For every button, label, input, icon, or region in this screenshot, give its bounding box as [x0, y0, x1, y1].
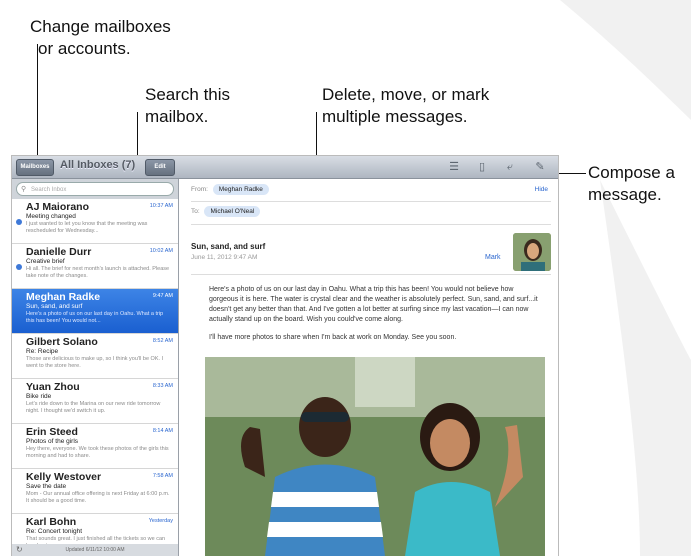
edit-button[interactable]: Edit — [145, 159, 175, 176]
message-preview: Mom - Our annual office offering is next… — [26, 491, 170, 504]
compose-icon[interactable]: ✎ — [533, 160, 547, 174]
message-body: Here's a photo of us on our last day in … — [209, 285, 539, 351]
toolbar-title: All Inboxes (7) — [60, 159, 136, 171]
message-row[interactable]: Danielle Durr 10:02 AM Creative brief Hi al… — [12, 244, 178, 289]
search-bar: ⚲ Search Inbox — [12, 179, 178, 199]
unread-dot-icon — [16, 264, 22, 270]
body-paragraph: Here's a photo of us on our last day in … — [209, 286, 538, 323]
message-row[interactable]: Meghan Radke 9:47 AM Sun, sand, and surf He… — [12, 289, 178, 334]
refresh-icon[interactable]: ↻ — [16, 544, 23, 556]
message-row[interactable]: Kelly Westover 7:58 AM Save the date Mom - … — [12, 469, 178, 514]
message-date: June 11, 2012 9:47 AM — [191, 254, 258, 261]
message-subject-line: Save the date — [26, 483, 67, 490]
message-row[interactable]: Gilbert Solano 8:52 AM Re: Recipe Those are… — [12, 334, 178, 379]
message-sender: Meghan Radke — [26, 291, 101, 303]
callout-compose: Compose a message. — [588, 163, 675, 204]
message-preview: Hey there, everyone. We took these photo… — [26, 446, 169, 459]
to-contact-pill[interactable]: Michael O'Neal — [204, 206, 261, 217]
message-subject-line: Bike ride — [26, 393, 52, 400]
move-to-folder-icon[interactable]: ☰ — [447, 160, 461, 174]
message-time: Yesterday — [148, 518, 173, 524]
message-subject: Sun, sand, and surf — [191, 242, 266, 251]
body-paragraph: I'll have more photos to share when I'm … — [209, 334, 457, 341]
message-row[interactable]: AJ Maiorano 10:37 AM Meeting changed I just… — [12, 199, 178, 244]
attached-photo[interactable] — [205, 357, 545, 556]
divider — [191, 274, 551, 275]
message-preview: Let's ride down to the Marina on our new… — [26, 401, 161, 414]
message-preview: Here's a photo of us on our last day in … — [26, 311, 164, 324]
message-subject-line: Re: Recipe — [26, 348, 59, 355]
divider — [191, 201, 551, 202]
message-subject-line: Re: Concert tonight — [26, 528, 83, 535]
message-preview: Those are delicious to make up, so I thi… — [26, 356, 164, 369]
message-time: 10:02 AM — [149, 248, 173, 254]
message-subject-line: Sun, sand, and surf — [26, 303, 83, 310]
message-row[interactable]: Erin Steed 8:14 AM Photos of the girls Hey … — [12, 424, 178, 469]
mail-app-window: Mailboxes All Inboxes (7) Edit ☰ ▯ ⤶ ✎ ⚲… — [12, 156, 558, 556]
message-row[interactable]: Yuan Zhou 8:33 AM Bike ride Let's ride down… — [12, 379, 178, 424]
hide-details-link[interactable]: Hide — [535, 186, 548, 193]
message-preview: Hi all. The brief for next month's launc… — [26, 266, 170, 279]
callout-change-mailboxes: Change mailboxes or accounts. — [30, 17, 171, 58]
sidebar-footer: ↻ Updated 6/11/12 10:00 AM — [12, 544, 178, 556]
message-sender: Yuan Zhou — [26, 381, 80, 393]
divider — [191, 224, 551, 225]
message-subject-line: Creative brief — [26, 258, 65, 265]
callout-leader-mailboxes — [37, 44, 38, 160]
unread-dot-icon — [16, 219, 22, 225]
from-row: From: Meghan Radke — [191, 184, 269, 195]
message-time: 7:58 AM — [152, 473, 173, 479]
message-sender: Gilbert Solano — [26, 336, 98, 348]
search-input[interactable]: ⚲ Search Inbox — [16, 182, 174, 196]
message-sender: Kelly Westover — [26, 471, 102, 483]
mark-button[interactable]: Mark — [485, 254, 501, 261]
message-subject-line: Meeting changed — [26, 213, 76, 220]
to-row: To: Michael O'Neal — [191, 206, 261, 217]
callout-search: Search this mailbox. — [145, 85, 231, 126]
message-sender: Erin Steed — [26, 426, 78, 438]
sender-avatar — [513, 233, 551, 271]
from-contact-pill[interactable]: Meghan Radke — [212, 184, 269, 195]
message-time: 8:14 AM — [152, 428, 173, 434]
message-subject-line: Photos of the girls — [26, 438, 79, 445]
mailboxes-button[interactable]: Mailboxes — [16, 159, 54, 176]
message-list: ⚲ Search Inbox AJ Maiorano 10:37 AM Meetin… — [12, 179, 179, 556]
toolbar: Mailboxes All Inboxes (7) Edit ☰ ▯ ⤶ ✎ — [12, 156, 558, 179]
message-pane: From: Meghan Radke Hide To: Michael O'Ne… — [179, 179, 558, 556]
message-time: 9:47 AM — [152, 293, 173, 299]
callout-delete-move: Delete, move, or mark multiple messages. — [322, 85, 490, 126]
message-time: 8:52 AM — [152, 338, 173, 344]
message-time: 8:33 AM — [152, 383, 173, 389]
message-time: 10:37 AM — [149, 203, 173, 209]
search-icon: ⚲ — [21, 186, 27, 193]
trash-icon[interactable]: ▯ — [475, 160, 489, 174]
message-preview: I just wanted to let you know that the m… — [26, 221, 148, 234]
reply-icon[interactable]: ⤶ — [503, 160, 517, 174]
